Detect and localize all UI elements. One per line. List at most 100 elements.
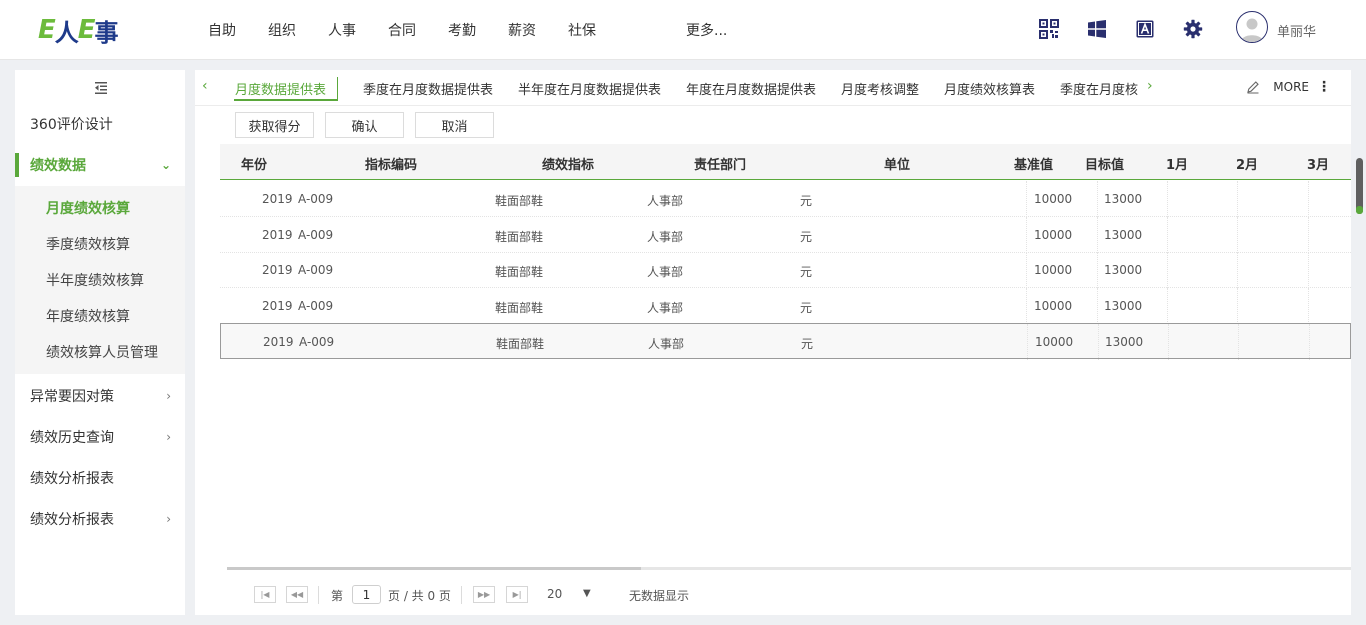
column-header-base-value[interactable]: 基准值 <box>1014 154 1053 173</box>
gear-icon[interactable] <box>1182 16 1204 42</box>
sidebar-item-label: 异常要因对策 <box>30 389 114 405</box>
get-score-button[interactable]: 获取得分 <box>235 112 314 138</box>
tab-half-year-in-monthly[interactable]: 半年度在月度数据提供表 <box>518 79 661 98</box>
submenu-item-quarterly[interactable]: 季度绩效核算 <box>15 226 185 262</box>
page-prefix: 第 <box>331 589 344 603</box>
column-divider <box>1097 287 1098 324</box>
cancel-button[interactable]: 取消 <box>415 112 494 138</box>
chevron-right-icon: › <box>166 430 171 444</box>
tab-bar: ‹ 月度数据提供表 季度在月度数据提供表 半年度在月度数据提供表 年度在月度数据… <box>195 70 1351 106</box>
submenu-item-staff-management[interactable]: 绩效核算人员管理 <box>15 334 185 370</box>
column-divider <box>1097 181 1098 217</box>
cell-department: 人事部 <box>647 229 684 244</box>
qr-code-icon[interactable] <box>1038 16 1060 42</box>
submenu-item-monthly[interactable]: 月度绩效核算 <box>15 190 185 226</box>
tab-monthly-adjustment[interactable]: 月度考核调整 <box>841 79 919 98</box>
font-icon[interactable] <box>1134 16 1156 42</box>
column-divider <box>1167 287 1168 324</box>
more-label: MORE <box>1273 80 1309 94</box>
column-header-indicator-code[interactable]: 指标编码 <box>365 154 417 173</box>
page-size-dropdown-icon[interactable]: ▼ <box>583 588 591 599</box>
column-header-unit[interactable]: 单位 <box>884 154 910 173</box>
column-header-year[interactable]: 年份 <box>241 154 267 173</box>
tab-quarterly-in-monthly[interactable]: 季度在月度数据提供表 <box>363 79 493 98</box>
table-row[interactable]: 2019 A-009 鞋面部鞋 人事部元 10000 13000 <box>220 287 1351 324</box>
windows-icon[interactable] <box>1086 16 1108 42</box>
tab-monthly-data[interactable]: 月度数据提供表 <box>235 79 326 98</box>
table-row[interactable]: 2019 A-009 鞋面部鞋 人事部元 10000 13000 <box>220 181 1351 217</box>
column-header-mar[interactable]: 3月 <box>1307 154 1329 173</box>
nav-item-self-service[interactable]: 自助 <box>192 20 252 40</box>
app-logo[interactable]: E人E事 <box>38 14 119 47</box>
column-header-department[interactable]: 责任部门 <box>694 154 746 173</box>
column-divider <box>1168 324 1169 360</box>
tab-yearly-in-monthly[interactable]: 年度在月度数据提供表 <box>686 79 816 98</box>
sidebar-item-performance-report-2[interactable]: 绩效分析报表 › <box>15 499 185 539</box>
tab-scroll-left-icon[interactable]: ‹ <box>202 78 208 94</box>
cell-indicator-code: A-009 <box>299 335 335 349</box>
table-row[interactable]: 2019 A-009 鞋面部鞋 人事部元 10000 13000 <box>220 216 1351 253</box>
more-vertical-icon: ⋮ <box>1317 79 1331 95</box>
nav-item-organization[interactable]: 组织 <box>252 20 312 40</box>
column-divider <box>1308 252 1309 288</box>
cell-indicator-code: A-009 <box>298 263 334 277</box>
page-total-text: 页 / 共 0 页 <box>388 589 451 603</box>
sidebar-item-360-evaluation[interactable]: 360评价设计 <box>15 104 185 144</box>
column-divider <box>1167 181 1168 217</box>
cell-year: 2019 <box>263 335 294 349</box>
table-row[interactable]: 2019 A-009 鞋面部鞋 人事部元 10000 13000 <box>220 323 1351 360</box>
cell-indicator: 鞋面部鞋 <box>495 265 544 279</box>
cell-department: 人事部 <box>648 337 685 351</box>
cell-unit: 元 <box>801 337 814 351</box>
sidebar-item-performance-data[interactable]: 绩效数据 ⌄ <box>15 145 185 185</box>
table-row[interactable]: 2019 A-009 鞋面部鞋 人事部元 10000 13000 <box>220 252 1351 288</box>
column-header-target-value[interactable]: 目标值 <box>1085 154 1124 173</box>
submenu-item-half-year[interactable]: 半年度绩效核算 <box>15 262 185 298</box>
page-vertical-scrollbar[interactable] <box>1354 70 1364 615</box>
prev-page-icon[interactable]: ◀◀ <box>286 586 308 603</box>
nav-item-attendance[interactable]: 考勤 <box>432 20 492 40</box>
first-page-icon[interactable]: |◀ <box>254 586 276 603</box>
next-page-icon[interactable]: ▶▶ <box>473 586 495 603</box>
nav-item-social-insurance[interactable]: 社保 <box>552 20 612 40</box>
page-size-value[interactable]: 20 <box>547 587 562 601</box>
pager: |◀ ◀◀ 第 页 / 共 0 页 ▶▶ ▶| 20 ▼ 无数据显示 <box>195 573 1351 615</box>
sidebar-item-anomaly-countermeasures[interactable]: 异常要因对策 › <box>15 376 185 416</box>
avatar[interactable] <box>1236 11 1268 43</box>
page-number-input[interactable] <box>352 585 381 604</box>
column-divider <box>1308 287 1309 324</box>
column-divider <box>1308 216 1309 253</box>
more-menu[interactable]: MORE ⋮ <box>1273 80 1331 94</box>
nav-item-personnel[interactable]: 人事 <box>312 20 372 40</box>
sidebar-collapse-icon[interactable] <box>93 80 109 96</box>
cell-unit: 元 <box>800 194 813 208</box>
nav-item-contract[interactable]: 合同 <box>372 20 432 40</box>
submenu-item-yearly[interactable]: 年度绩效核算 <box>15 298 185 334</box>
column-divider <box>1026 181 1027 217</box>
last-page-icon[interactable]: ▶| <box>506 586 528 603</box>
edit-icon[interactable] <box>1246 80 1262 96</box>
column-header-jan[interactable]: 1月 <box>1166 154 1188 173</box>
column-divider <box>1167 216 1168 253</box>
column-divider <box>1237 287 1238 324</box>
sidebar-item-performance-report[interactable]: 绩效分析报表 <box>15 458 185 498</box>
nav-item-more[interactable]: 更多... <box>670 20 743 40</box>
scrollbar-thumb[interactable] <box>227 567 641 570</box>
cell-unit: 元 <box>800 300 813 315</box>
main-panel: ‹ 月度数据提供表 季度在月度数据提供表 半年度在月度数据提供表 年度在月度数据… <box>195 70 1351 615</box>
column-divider <box>1026 252 1027 288</box>
nav-item-salary[interactable]: 薪资 <box>492 20 552 40</box>
column-header-indicator[interactable]: 绩效指标 <box>542 154 594 173</box>
tab-scroll-right-icon[interactable]: › <box>1147 78 1153 94</box>
tab-monthly-performance-calc[interactable]: 月度绩效核算表 <box>944 79 1035 98</box>
user-name[interactable]: 单丽华 <box>1277 21 1316 40</box>
column-divider <box>1026 287 1027 324</box>
horizontal-scrollbar[interactable] <box>227 567 1351 570</box>
top-bar: E人E事 自助 组织 人事 合同 考勤 薪资 社保 更多... 单丽华 <box>0 0 1366 60</box>
confirm-button[interactable]: 确认 <box>325 112 404 138</box>
pager-divider <box>461 586 462 604</box>
sidebar-item-performance-history[interactable]: 绩效历史查询 › <box>15 417 185 457</box>
column-header-feb[interactable]: 2月 <box>1236 154 1258 173</box>
cell-year: 2019 <box>262 192 293 206</box>
tab-quarterly-in-monthly-calc[interactable]: 季度在月度核 <box>1060 79 1138 98</box>
